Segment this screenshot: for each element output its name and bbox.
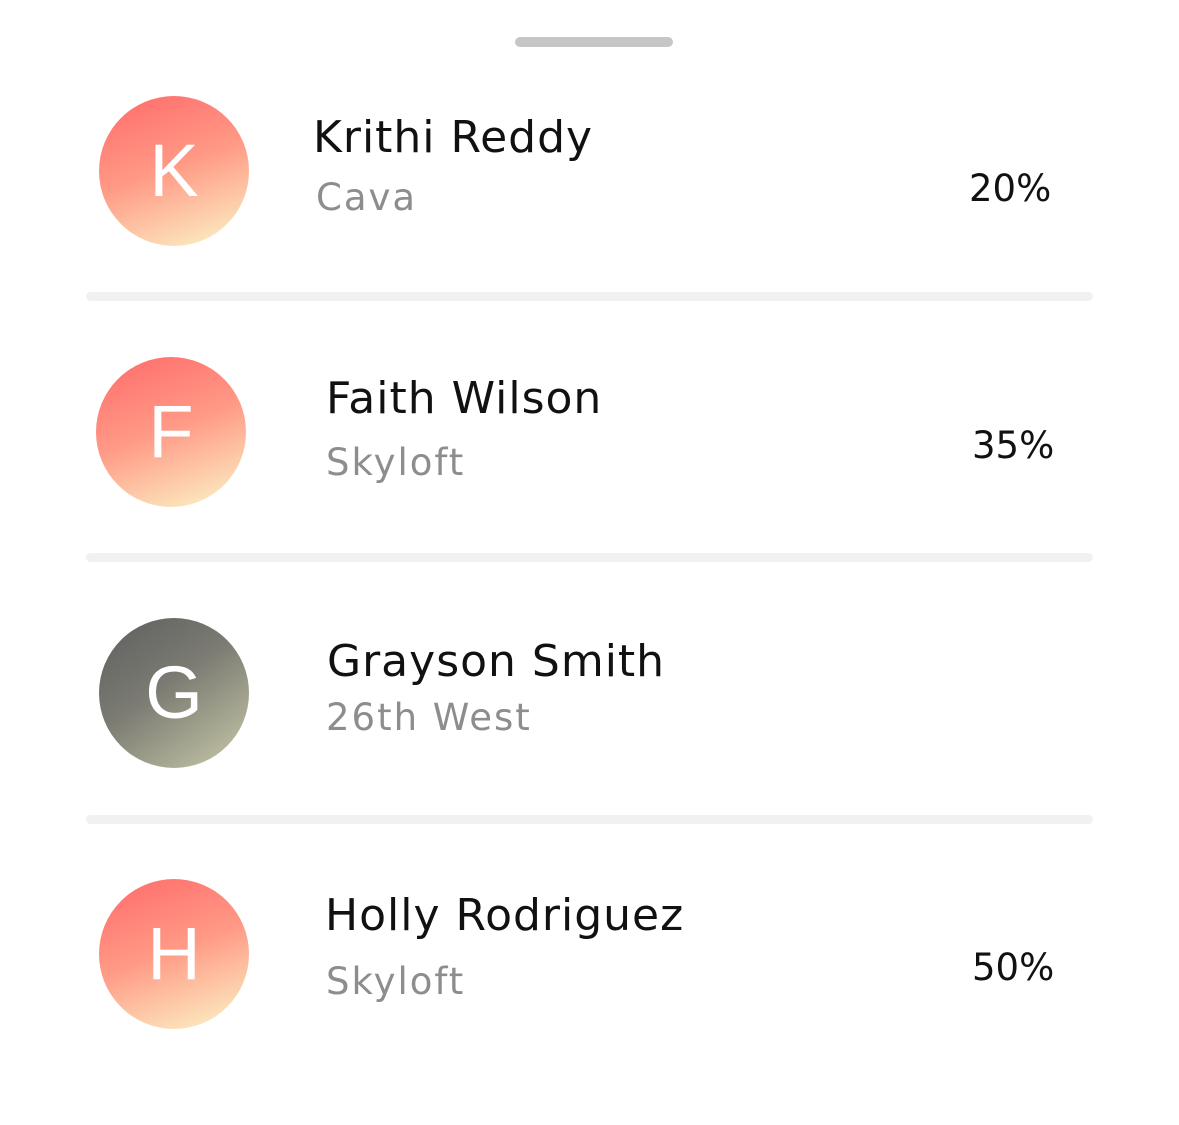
contact-percent: 50%	[972, 946, 1055, 989]
contact-name: Krithi Reddy	[313, 112, 594, 163]
row-divider	[86, 292, 1093, 301]
sheet-grabber-handle[interactable]	[515, 37, 673, 47]
avatar-initial: G	[145, 651, 203, 734]
avatar-initial: H	[147, 912, 201, 995]
contact-company: 26th West	[326, 696, 532, 739]
avatar: F	[96, 357, 246, 507]
avatar: K	[99, 96, 249, 246]
contact-name: Faith Wilson	[326, 373, 603, 424]
avatar-initial: F	[148, 390, 194, 473]
avatar: G	[99, 618, 249, 768]
row-divider	[86, 815, 1093, 824]
contact-name: Grayson Smith	[327, 636, 666, 687]
contact-percent: 35%	[972, 424, 1055, 467]
contact-percent: 20%	[969, 167, 1052, 210]
contact-row-holly-rodriguez[interactable]: H Holly Rodriguez Skyloft 50%	[0, 862, 1179, 1122]
contact-name: Holly Rodriguez	[325, 890, 685, 941]
row-divider	[86, 553, 1093, 562]
contact-company: Skyloft	[326, 441, 466, 484]
contact-company: Cava	[316, 176, 418, 219]
contact-row-krithi-reddy[interactable]: K Krithi Reddy Cava 20%	[0, 80, 1179, 340]
avatar-initial: K	[149, 129, 199, 212]
contact-company: Skyloft	[326, 960, 466, 1003]
avatar: H	[99, 879, 249, 1029]
